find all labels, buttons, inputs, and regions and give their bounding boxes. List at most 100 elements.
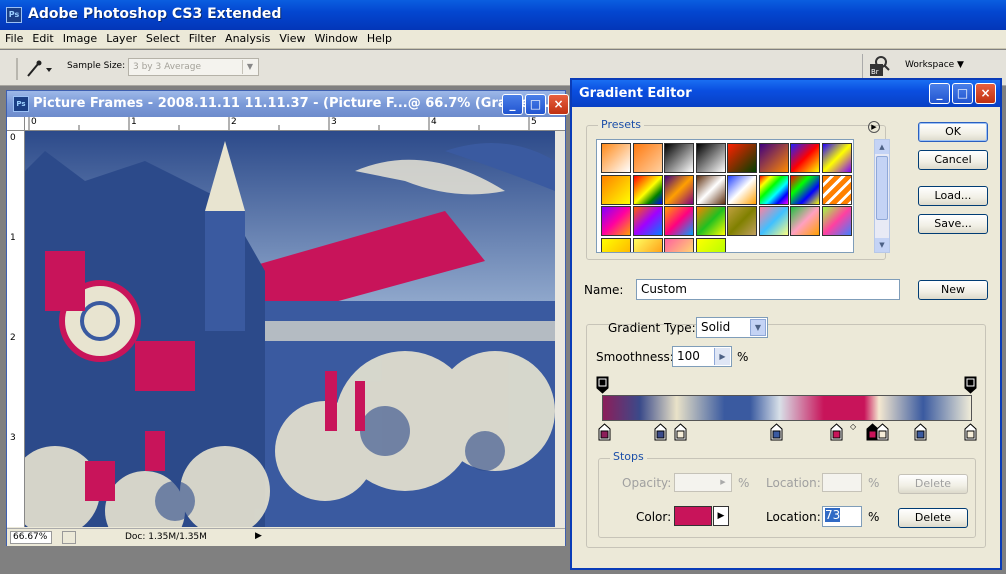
triangle-right-icon: ▶: [720, 478, 726, 486]
color-stop[interactable]: [674, 423, 688, 441]
opacity-stop-right[interactable]: [964, 376, 978, 394]
dialog-close-button[interactable]: ×: [975, 83, 996, 104]
preset-swatch[interactable]: [790, 143, 820, 173]
preset-swatch[interactable]: [632, 206, 663, 236]
preset-swatch[interactable]: [601, 143, 631, 173]
presets-menu-icon[interactable]: ▶: [868, 121, 880, 133]
color-stop[interactable]: [598, 423, 612, 441]
cancel-button[interactable]: Cancel: [918, 150, 988, 170]
preset-swatch[interactable]: [790, 206, 820, 236]
menu-image[interactable]: Image: [58, 30, 101, 45]
doc-size-info: Doc: 1.35M/1.35M: [125, 532, 207, 542]
preset-swatch[interactable]: [727, 206, 757, 236]
menu-file[interactable]: File: [0, 30, 27, 45]
menu-layer[interactable]: Layer: [101, 30, 141, 45]
maximize-button[interactable]: □: [525, 94, 546, 115]
preset-swatch[interactable]: [695, 206, 726, 236]
workspace-menu[interactable]: Workspace ▼: [905, 60, 964, 70]
vertical-ruler: 0 1 2 3: [7, 131, 25, 527]
menu-select[interactable]: Select: [141, 30, 184, 45]
triangle-right-icon[interactable]: ▶: [714, 348, 730, 365]
preset-swatch[interactable]: [821, 174, 852, 205]
preset-swatch[interactable]: [601, 237, 631, 252]
scroll-thumb[interactable]: [876, 156, 888, 220]
ruler-label: 1: [10, 233, 16, 243]
preset-swatch[interactable]: [790, 174, 820, 205]
menu-help[interactable]: Help: [362, 30, 396, 45]
preset-swatch[interactable]: [727, 143, 757, 173]
preset-swatch[interactable]: [727, 174, 757, 205]
color-stop[interactable]: [876, 423, 890, 441]
presets-label: Presets: [598, 118, 645, 131]
dialog-minimize-button[interactable]: _: [929, 83, 950, 104]
zoom-field[interactable]: 66.67%: [10, 531, 52, 544]
gradient-type-select[interactable]: Solid ▼: [696, 317, 768, 338]
scroll-down-icon[interactable]: ▼: [875, 238, 889, 252]
preset-swatch[interactable]: [632, 237, 663, 252]
triangle-right-icon[interactable]: ▶: [255, 531, 262, 541]
ruler-label: 2: [231, 117, 237, 127]
preset-swatch[interactable]: [632, 174, 663, 205]
midpoint-diamond-icon[interactable]: ◇: [850, 422, 856, 431]
name-label: Name:: [584, 283, 624, 297]
preset-swatch[interactable]: [632, 143, 663, 173]
delete-color-stop-button[interactable]: Delete: [898, 508, 968, 528]
triangle-right-icon[interactable]: ▶: [713, 506, 729, 526]
sample-size-select[interactable]: 3 by 3 Average ▼: [128, 58, 259, 76]
preset-swatch[interactable]: [664, 143, 694, 173]
preset-swatch[interactable]: [664, 174, 694, 205]
gradient-preview-bar[interactable]: [602, 395, 972, 421]
preset-swatch[interactable]: [695, 143, 726, 173]
color-location-value: 73: [825, 508, 841, 522]
name-input[interactable]: Custom: [636, 279, 900, 300]
color-stop[interactable]: [830, 423, 844, 441]
ruler-label: 0: [10, 133, 16, 143]
preset-swatch[interactable]: [758, 174, 789, 205]
preset-swatch[interactable]: [695, 174, 726, 205]
gradient-type-label: Gradient Type:: [608, 321, 696, 335]
scroll-up-icon[interactable]: ▲: [875, 140, 889, 154]
smoothness-input[interactable]: 100 ▶: [672, 346, 732, 367]
menu-analysis[interactable]: Analysis: [220, 30, 274, 45]
minimize-button[interactable]: _: [502, 94, 523, 115]
opacity-stop-left[interactable]: [596, 376, 610, 394]
preset-swatch[interactable]: [601, 206, 631, 236]
close-button[interactable]: ×: [548, 94, 569, 115]
menu-window[interactable]: Window: [309, 30, 361, 45]
color-stop[interactable]: [654, 423, 668, 441]
ok-button[interactable]: OK: [918, 122, 988, 142]
color-location-input[interactable]: 73: [822, 506, 862, 527]
status-info-icon[interactable]: [62, 531, 76, 544]
menu-edit[interactable]: Edit: [27, 30, 57, 45]
tool-preset-picker[interactable]: [16, 58, 56, 80]
presets-scrollbar[interactable]: ▲ ▼: [874, 139, 890, 253]
preset-swatch[interactable]: [664, 237, 694, 252]
preset-swatch[interactable]: [821, 143, 852, 173]
color-location-percent: %: [868, 510, 880, 524]
document-window: Ps Picture Frames - 2008.11.11 11.11.37 …: [6, 90, 569, 546]
dialog-maximize-button[interactable]: □: [952, 83, 973, 104]
color-stop[interactable]: [914, 423, 928, 441]
ruler-label: 3: [10, 433, 16, 443]
preset-swatch[interactable]: [758, 206, 789, 236]
preset-swatch[interactable]: [601, 174, 631, 205]
preset-swatch[interactable]: [664, 206, 694, 236]
load-button[interactable]: Load...: [918, 186, 988, 206]
color-stop[interactable]: [964, 423, 978, 441]
smoothness-value: 100: [677, 349, 700, 363]
dialog-title-bar[interactable]: Gradient Editor _ □ ×: [572, 80, 1000, 107]
image-canvas[interactable]: [25, 131, 555, 527]
menu-view[interactable]: View: [274, 30, 309, 45]
vertical-scrollbar[interactable]: [555, 131, 565, 527]
gradient-editor-dialog: Gradient Editor _ □ × Presets ▶ ▲ ▼ OK C…: [570, 78, 1002, 570]
preset-swatch[interactable]: [758, 143, 789, 173]
menu-filter[interactable]: Filter: [184, 30, 220, 45]
save-button[interactable]: Save...: [918, 214, 988, 234]
preset-swatch[interactable]: [821, 206, 852, 236]
stop-color-swatch[interactable]: [674, 506, 712, 526]
document-title-bar[interactable]: Ps Picture Frames - 2008.11.11 11.11.37 …: [7, 91, 569, 117]
preset-swatch[interactable]: [695, 237, 726, 252]
color-stop[interactable]: [770, 423, 784, 441]
new-button[interactable]: New: [918, 280, 988, 300]
bridge-icon: Br: [870, 56, 890, 76]
